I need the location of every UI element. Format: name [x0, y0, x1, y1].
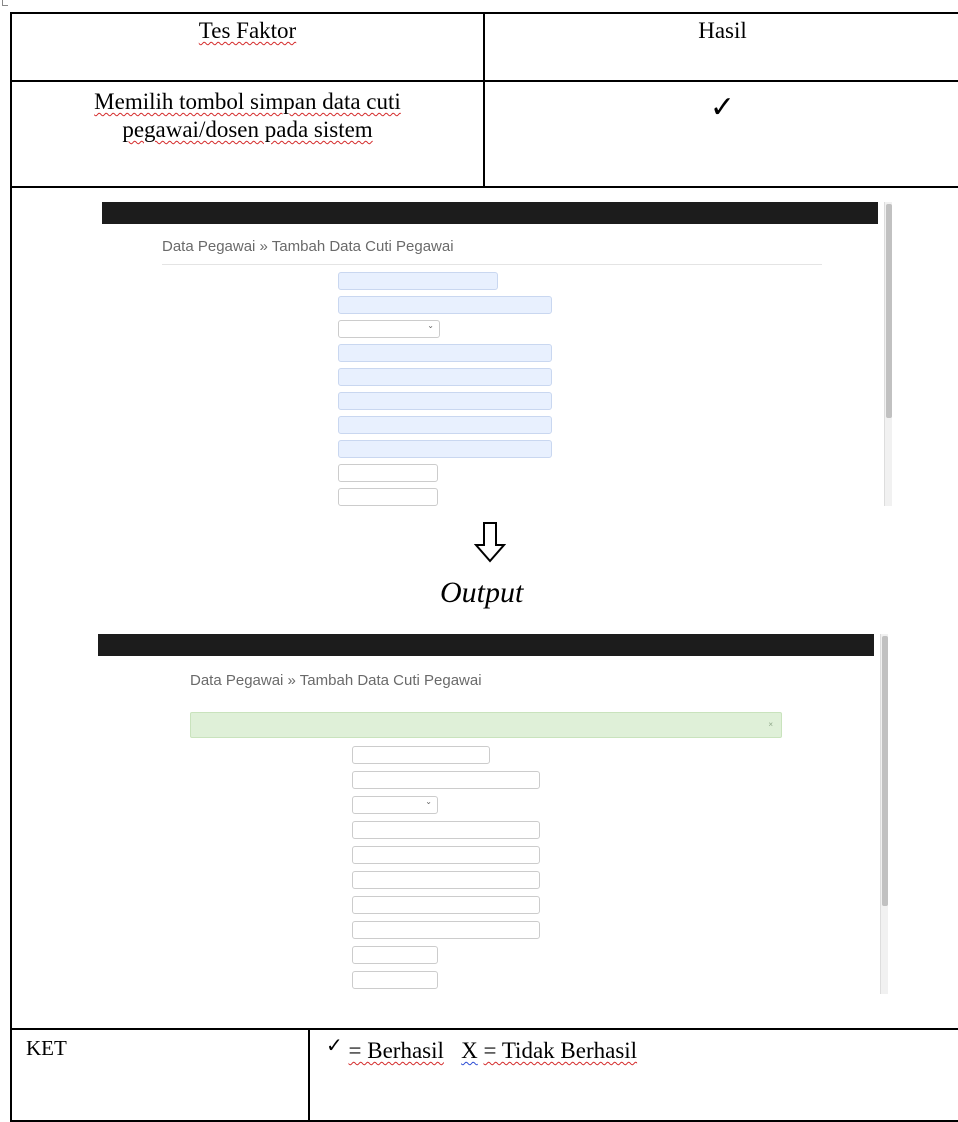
- check-mark-icon: ✓: [326, 1035, 343, 1057]
- form-row: [102, 342, 894, 366]
- close-icon[interactable]: ×: [768, 720, 773, 729]
- form-row: [98, 969, 890, 994]
- check-mark-icon: ✓: [709, 91, 736, 124]
- nip-input[interactable]: [338, 272, 498, 290]
- form-row: [102, 438, 894, 462]
- form-row: [102, 366, 894, 390]
- form-row: [98, 769, 890, 794]
- form-row: [102, 414, 894, 438]
- screenshot-after-save: Data Pegawai » Tambah Data Cuti Pegawai …: [98, 634, 890, 994]
- unit-input[interactable]: [352, 821, 540, 839]
- page-title: Data Pegawai » Tambah Data Cuti Pegawai: [162, 238, 454, 255]
- screenshots-cell: Data Pegawai » Tambah Data Cuti Pegawai: [10, 186, 958, 1030]
- start-date-input[interactable]: [352, 946, 438, 964]
- full-name-input[interactable]: [338, 296, 552, 314]
- unit-input[interactable]: [338, 344, 552, 362]
- duration-input[interactable]: [352, 921, 540, 939]
- leave-type-select[interactable]: [338, 320, 440, 338]
- end-date-input[interactable]: [338, 488, 438, 506]
- nip-input[interactable]: [352, 746, 490, 764]
- legend-success-text: = Berhasil: [348, 1038, 444, 1063]
- page-title: Data Pegawai » Tambah Data Cuti Pegawai: [190, 672, 482, 689]
- test-step-line-2: pegawai/dosen pada sistem: [122, 117, 373, 142]
- end-date-input[interactable]: [352, 971, 438, 989]
- form-row: [102, 318, 894, 342]
- division-input[interactable]: [338, 392, 552, 410]
- leave-type-select[interactable]: [352, 796, 438, 814]
- form-row: [102, 462, 894, 486]
- paragraph-corner-mark: [2, 0, 8, 6]
- year-input[interactable]: [352, 896, 540, 914]
- ket-label: KET: [26, 1036, 67, 1060]
- position-input[interactable]: [338, 368, 552, 386]
- test-result-cell: ✓: [483, 80, 958, 188]
- form-row: [98, 919, 890, 944]
- success-alert: ×: [190, 712, 782, 738]
- screenshot-before-save: Data Pegawai » Tambah Data Cuti Pegawai: [102, 202, 894, 506]
- header-tes-faktor: Tes Faktor: [10, 12, 485, 82]
- test-case-table: Tes Faktor Hasil Memilih tombol simpan d…: [10, 12, 958, 1122]
- duration-input[interactable]: [338, 440, 552, 458]
- form-row: [98, 794, 890, 819]
- app-navbar: [102, 202, 878, 224]
- test-step-row: Memilih tombol simpan data cuti pegawai/…: [10, 80, 958, 188]
- output-label: Output: [440, 576, 524, 609]
- header-hasil: Hasil: [483, 12, 958, 82]
- header-hasil-label: Hasil: [698, 18, 747, 43]
- form-row: [102, 390, 894, 414]
- form-row: [98, 744, 890, 769]
- form-row: [102, 486, 894, 506]
- full-name-input[interactable]: [352, 771, 540, 789]
- app-navbar: [98, 634, 874, 656]
- form-row: [98, 894, 890, 919]
- outline-down-arrow-icon: [474, 522, 506, 563]
- ket-row: KET ✓ = Berhasil X = Tidak Berhasil: [10, 1028, 958, 1122]
- position-input[interactable]: [352, 846, 540, 864]
- form-row: [98, 869, 890, 894]
- form-row: [98, 944, 890, 969]
- test-step-cell: Memilih tombol simpan data cuti pegawai/…: [10, 80, 485, 188]
- division-input[interactable]: [352, 871, 540, 889]
- screenshots-row: Data Pegawai » Tambah Data Cuti Pegawai: [10, 186, 958, 1030]
- header-tes-faktor-label: Tes Faktor: [198, 18, 297, 43]
- legend-fail-text: = Tidak Berhasil: [483, 1038, 638, 1063]
- form-row: [98, 844, 890, 869]
- ket-legend-cell: ✓ = Berhasil X = Tidak Berhasil: [308, 1028, 958, 1122]
- leave-form: [98, 744, 890, 994]
- ket-label-cell: KET: [10, 1028, 310, 1122]
- table-header-row: Tes Faktor Hasil: [10, 12, 958, 82]
- form-row: [102, 294, 894, 318]
- leave-form: [102, 270, 894, 506]
- legend-fail-symbol: X: [461, 1038, 478, 1063]
- year-input[interactable]: [338, 416, 552, 434]
- start-date-input[interactable]: [338, 464, 438, 482]
- heading-divider: [162, 264, 822, 265]
- test-step-line-1: Memilih tombol simpan data cuti: [94, 89, 401, 114]
- form-row: [98, 819, 890, 844]
- form-row: [102, 270, 894, 294]
